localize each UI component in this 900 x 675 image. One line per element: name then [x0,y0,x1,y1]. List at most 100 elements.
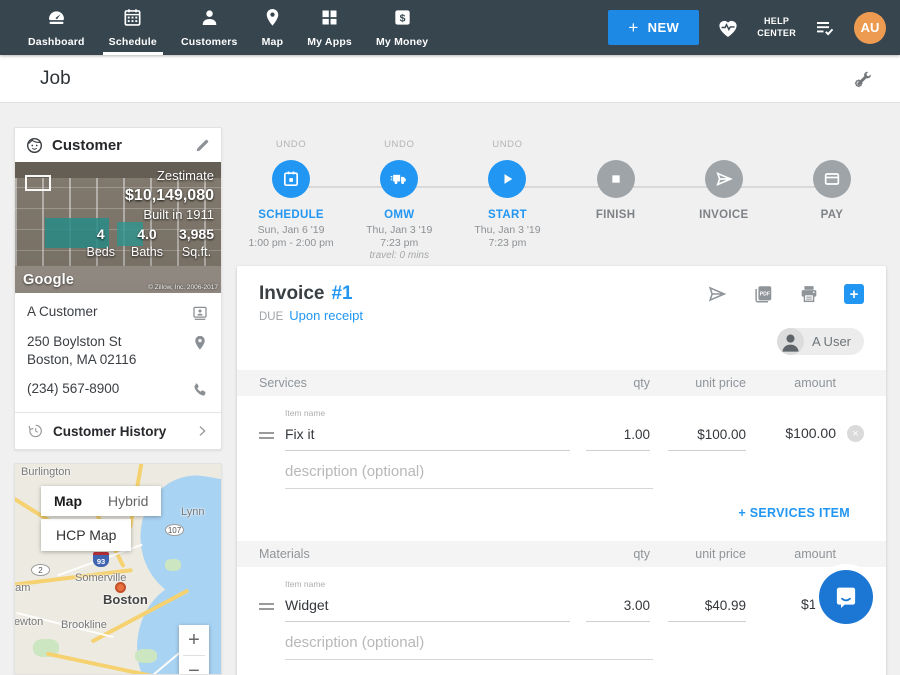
undo-link[interactable]: UNDO [276,139,306,153]
chat-bubble-button[interactable] [813,564,879,630]
sidebar: Customer Zestimate $10,149,080 Built in … [14,127,222,675]
customer-face-icon [25,136,44,155]
step-time: 7:23 pm [380,237,418,249]
remove-item-icon[interactable]: × [847,425,864,442]
built-year: Built in 1911 [86,206,214,224]
services-section-header: Services qty unit price amount [237,370,886,396]
nav-item-customers[interactable]: Customers [169,0,250,55]
payment-card-step-button[interactable] [813,160,851,198]
history-clock-icon [27,423,43,439]
hcp-map-button[interactable]: HCP Map [41,519,131,551]
nav-label: Map [262,36,284,48]
beds-label: Beds [86,244,115,261]
map-label-newton: Newton [14,616,43,628]
add-invoice-item-button[interactable]: + [844,284,864,304]
sqft-value: 3,985 [179,225,214,244]
phone-icon[interactable] [191,381,209,399]
health-heart-icon[interactable] [716,16,740,40]
map-card[interactable]: Burlington Lynn Somerville Boston ham Ne… [14,463,222,675]
step-invoice: INVOICE [670,139,778,261]
drag-handle-icon[interactable] [259,603,285,622]
item-description-input[interactable] [285,457,653,489]
step-label: INVOICE [699,209,748,221]
drag-handle-icon[interactable] [259,432,285,451]
zoom-out-button[interactable]: − [179,656,209,675]
map-button[interactable]: Map [41,486,95,516]
route-2-shield: 2 [31,564,50,576]
map-label-brookline: Brookline [61,619,107,631]
money-icon: $ [392,7,413,33]
unit-price-header: unit price [650,376,746,390]
omw-step-button[interactable] [380,160,418,198]
unit-price-input[interactable] [668,423,746,451]
start-step-button[interactable] [488,160,526,198]
map-label-boston: Boston [103,592,148,607]
item-name-input[interactable] [285,422,570,451]
apps-grid-icon [319,7,340,33]
send-invoice-icon[interactable] [706,283,728,305]
contact-card-icon[interactable] [191,304,209,322]
qty-input[interactable] [586,423,650,451]
sqft-label: Sq.ft. [179,244,214,261]
print-icon[interactable] [798,283,820,305]
undo-link[interactable]: UNDO [384,139,414,153]
page-header: Job [0,55,900,103]
edit-pencil-icon[interactable] [194,137,211,154]
user-silhouette-icon [777,328,804,355]
invoice-title: Invoice [259,283,324,305]
nav-item-my-money[interactable]: $ My Money [364,0,440,55]
credit-card-icon [822,169,842,189]
chevron-right-icon [195,424,209,438]
step-pay: PAY [778,139,886,261]
assigned-user-chip[interactable]: A User [777,328,864,355]
qty-input[interactable] [586,594,650,622]
undo-link[interactable]: UNDO [492,139,522,153]
add-services-item-link[interactable]: + SERVICES ITEM [237,489,886,526]
step-finish: FINISH [562,139,670,261]
location-pin-icon[interactable] [191,334,209,352]
nav-items: Dashboard Schedule Customers Map My Apps… [16,0,440,55]
hybrid-button[interactable]: Hybrid [95,486,161,516]
beds-value: 4 [86,225,115,244]
pdf-icon[interactable]: PDF [752,283,774,305]
add-materials-item-link[interactable]: + MATERIALS ITEM [237,660,886,675]
nav-label: Dashboard [28,36,85,48]
nav-item-my-apps[interactable]: My Apps [295,0,364,55]
zestimate-label: Zestimate [86,167,214,185]
section-title: Materials [259,547,570,561]
nav-item-schedule[interactable]: Schedule [97,0,169,55]
customer-phone: (234) 567-8900 [27,380,191,398]
map-pin-icon [262,7,283,33]
map-zoom-control: + − [179,625,209,675]
user-avatar[interactable]: AU [854,12,886,44]
step-date: Sun, Jan 6 '19 [258,224,325,236]
item-description-input[interactable] [285,628,653,660]
stop-icon [606,169,626,189]
nav-item-map[interactable]: Map [250,0,296,55]
section-title: Services [259,376,570,390]
customer-card-title: Customer [52,137,186,154]
finish-step-button[interactable] [597,160,635,198]
due-terms-link[interactable]: Upon receipt [289,308,363,323]
photo-attribution: © Zillow, Inc. 2006-2017 [148,284,218,291]
customer-card: Customer Zestimate $10,149,080 Built in … [14,127,222,450]
schedule-step-button[interactable] [272,160,310,198]
invoice-number[interactable]: #1 [331,283,352,305]
unit-price-input[interactable] [668,594,746,622]
item-name-input[interactable] [285,593,570,622]
dashboard-icon [46,7,67,33]
map-label-burlington: Burlington [21,466,71,478]
customer-history-link[interactable]: Customer History [15,412,221,449]
task-list-icon[interactable] [813,16,837,40]
new-button[interactable]: + NEW [608,10,699,45]
job-settings-icon[interactable] [852,68,874,90]
zoom-in-button[interactable]: + [179,625,209,655]
step-label: SCHEDULE [258,209,324,221]
help-center-link[interactable]: HELP CENTER [757,16,796,39]
send-invoice-step-button[interactable] [705,160,743,198]
nav-item-dashboard[interactable]: Dashboard [16,0,97,55]
street-view-icon[interactable] [25,175,51,191]
nav-right: + NEW HELP CENTER AU [608,0,886,55]
unit-price-header: unit price [650,547,746,561]
zestimate-overlay: Zestimate $10,149,080 Built in 1911 4Bed… [86,167,214,260]
